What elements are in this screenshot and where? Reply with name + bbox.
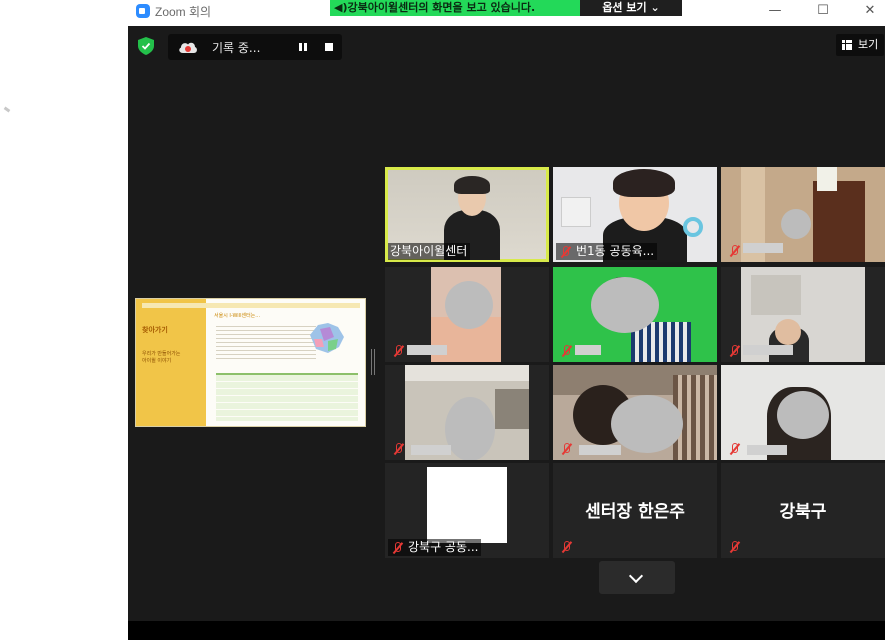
participant-video [427,467,507,543]
participant-name: 강북구 공동... [408,540,479,554]
view-layout-button[interactable]: 보기 [836,34,884,56]
participant-tile[interactable] [385,267,549,362]
name-redaction [579,445,621,455]
cloud-record-icon [179,42,197,53]
participant-tile[interactable] [553,365,717,460]
mic-muted-icon [393,443,404,454]
mic-muted-icon [729,345,740,356]
mic-muted-icon [392,542,403,553]
grid-icon [842,40,852,50]
mic-muted-icon [560,246,571,257]
participant-name: 강북구 [779,502,827,522]
meeting-controls-bar [128,621,885,640]
next-page-button[interactable] [599,561,675,594]
participant-tile[interactable] [553,267,717,362]
participant-name-tag: 강북구 공동... [388,539,482,556]
shield-icon[interactable] [138,37,154,55]
close-button[interactable]: ✕ [858,2,882,20]
name-redaction [575,345,601,355]
mic-muted-icon [729,541,740,552]
mic-muted-icon [561,443,572,454]
slide-map-image [310,323,344,353]
blurred-face [445,281,493,329]
share-banner-text: 강북아이윌센터의 화면을 보고 있습니다. [347,1,536,14]
desktop-background [0,0,128,640]
shared-screen-thumbnail[interactable]: 찾아가기 우리가 만들어가는 아이윌 이야기 서울시 I-Will센터는... [135,298,366,427]
speaker-icon: ◀) [334,1,348,14]
stop-recording-button[interactable] [320,39,338,55]
name-redaction [407,345,447,355]
mic-muted-icon [729,245,740,256]
mic-muted-icon [729,443,740,454]
view-layout-label: 보기 [858,38,879,51]
blurred-face [445,397,495,460]
zoom-window: Zoom 회의 ◀)강북아이윌센터의 화면을 보고 있습니다. 옵션 보기 ⌄ … [0,0,885,640]
participant-tile[interactable] [721,365,885,460]
slide-section-title: 서울시 I-Will센터는... [214,313,261,319]
pause-recording-button[interactable] [294,39,312,55]
mic-muted-icon [393,345,404,356]
participant-tile[interactable]: 강북구 [721,463,885,558]
recording-indicator: 기록 중... [168,34,342,60]
recording-label: 기록 중... [212,41,261,55]
participant-tile[interactable] [721,167,885,262]
view-options-button[interactable]: 옵션 보기 ⌄ [580,0,682,16]
chevron-down-icon: ⌄ [650,1,660,14]
name-redaction [747,445,787,455]
blurred-face [611,395,683,453]
blurred-face [781,209,811,239]
window-title: Zoom 회의 [155,5,212,19]
participant-name: 번1동 공동육... [576,244,655,258]
minimize-button[interactable]: — [763,2,787,20]
participant-name-tag: 번1동 공동육... [556,243,658,260]
slide-top-band [142,303,360,308]
participant-tile[interactable]: 번1동 공동육... [553,167,717,262]
panel-resize-handle[interactable] [371,349,375,375]
zoom-logo-icon [136,4,150,18]
title-bar: Zoom 회의 ◀)강북아이윌센터의 화면을 보고 있습니다. 옵션 보기 ⌄ … [128,0,885,26]
mic-muted-icon [561,345,572,356]
participant-name: 강북아이윌센터 [388,243,471,260]
meeting-area: 기록 중... 보기 찾아가기 우리가 만들어가는 아이윌 이야기 서울시 I-… [128,26,885,621]
name-redaction [743,243,783,253]
blurred-face [777,391,829,439]
participant-video [721,365,885,460]
mic-muted-icon [561,541,572,552]
share-banner: ◀)강북아이윌센터의 화면을 보고 있습니다. [330,0,580,16]
slide-heading: 찾아가기 [142,326,168,334]
slide-subtitle: 우리가 만들어가는 아이윌 이야기 [142,351,181,364]
view-options-label: 옵션 보기 [602,1,647,14]
participant-tile[interactable] [721,267,885,362]
participant-video [553,365,717,460]
slide-body-text [216,323,316,359]
name-redaction [743,345,793,355]
participant-tile[interactable]: 센터장 한은주 [553,463,717,558]
participant-tile[interactable]: 강북아이윌센터 [385,167,549,262]
slide-table [216,373,358,421]
participant-tile[interactable] [385,365,549,460]
desktop-mark [3,106,11,113]
gallery-grid: 강북아이윌센터 번1동 공동육... 강북구 공동... 센터장 한은주 강북구 [385,167,885,559]
maximize-button[interactable]: ☐ [811,2,835,20]
blurred-face [591,277,659,333]
participant-name: 센터장 한은주 [585,502,685,522]
participant-tile[interactable]: 강북구 공동... [385,463,549,558]
name-redaction [411,445,451,455]
